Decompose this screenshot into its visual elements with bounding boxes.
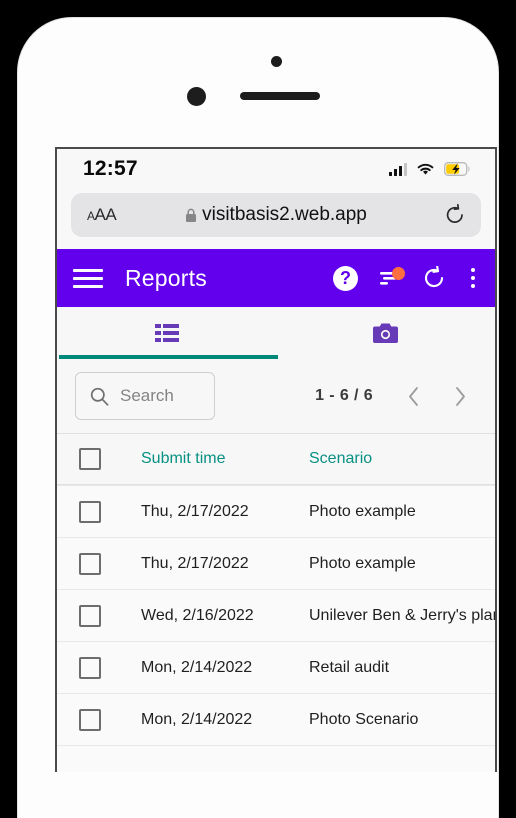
table-row[interactable]: Thu, 2/17/2022 Photo example (57, 537, 495, 589)
browser-toolbar: A AA visitbasis2.web.app (57, 189, 495, 249)
cell-submit-time: Mon, 2/14/2022 (141, 710, 253, 728)
search-icon (90, 387, 109, 406)
wifi-icon (417, 163, 434, 175)
url-text: visitbasis2.web.app (202, 204, 367, 225)
search-placeholder: Search (120, 386, 174, 405)
table-header-row: Submit time Scenario (57, 433, 495, 485)
filter-badge (392, 267, 405, 280)
cell-scenario: Photo example (309, 554, 416, 572)
cell-scenario: Retail audit (309, 658, 390, 676)
cell-submit-time: Wed, 2/16/2022 (141, 606, 254, 624)
table-row[interactable]: Mon, 2/14/2022 Photo Scenario (57, 693, 495, 745)
pagination: 1 - 6 / 6 (315, 386, 475, 407)
row-checkbox[interactable] (79, 500, 101, 523)
help-label: ? (333, 265, 358, 291)
app-bar-actions: ? (333, 265, 481, 291)
help-circle-icon[interactable]: ? (333, 265, 358, 291)
reports-table: Submit time Scenario Thu, 2/17/2022 Phot… (57, 433, 495, 772)
row-checkbox[interactable] (79, 708, 101, 731)
table-toolbar: Search 1 - 6 / 6 (57, 359, 495, 433)
row-checkbox[interactable] (79, 552, 101, 575)
earpiece-speaker (240, 92, 320, 100)
column-header-submit-time[interactable]: Submit time (141, 450, 309, 468)
camera-icon (373, 323, 398, 343)
list-view-icon (154, 324, 179, 342)
pagination-range: 1 - 6 / 6 (315, 387, 373, 404)
table-row[interactable]: Thu, 2/17/2022 Photo example (57, 485, 495, 537)
hamburger-menu-icon[interactable] (73, 268, 103, 288)
row-select-cell (79, 604, 141, 627)
row-select-cell (79, 708, 141, 731)
cell-submit-time: Thu, 2/17/2022 (141, 502, 249, 520)
tab-list-view[interactable] (57, 307, 276, 359)
text-size-label-large: AA (94, 205, 117, 224)
row-checkbox[interactable] (79, 656, 101, 679)
next-page-button[interactable] (454, 386, 467, 407)
cell-scenario: Photo example (309, 502, 416, 520)
filter-icon[interactable] (377, 267, 405, 288)
row-select-cell (79, 500, 141, 523)
address-bar[interactable]: A AA visitbasis2.web.app (71, 193, 481, 237)
lock-icon (186, 208, 197, 222)
cellular-signal-icon (389, 162, 407, 176)
select-all-cell (79, 448, 141, 470)
text-size-button[interactable]: A AA (87, 205, 117, 225)
proximity-sensor-icon (271, 56, 282, 67)
table-row[interactable] (57, 745, 495, 772)
battery-charging-icon (444, 162, 470, 176)
cell-scenario: Photo Scenario (309, 710, 419, 728)
column-header-scenario[interactable]: Scenario (309, 450, 495, 468)
cell-submit-time: Thu, 2/17/2022 (141, 554, 249, 572)
cell-scenario: Unilever Ben & Jerry's planogra. (309, 606, 495, 624)
reload-icon[interactable] (445, 204, 465, 226)
tab-active-indicator (59, 355, 278, 359)
cell-submit-time: Mon, 2/14/2022 (141, 658, 253, 676)
tab-photo-view[interactable] (276, 307, 495, 359)
row-select-cell (79, 656, 141, 679)
previous-page-button[interactable] (407, 386, 420, 407)
url-display: visitbasis2.web.app (71, 204, 481, 226)
front-camera-icon (187, 87, 206, 106)
phone-frame: 12:57 A AA visitbasis2.web.app Reports ?… (18, 18, 498, 818)
status-indicators (389, 162, 471, 176)
page-title: Reports (125, 264, 207, 291)
table-row[interactable]: Mon, 2/14/2022 Retail audit (57, 641, 495, 693)
phone-screen: 12:57 A AA visitbasis2.web.app Reports ?… (55, 147, 497, 772)
app-bar: Reports ? (57, 249, 495, 307)
row-checkbox[interactable] (79, 604, 101, 627)
refresh-icon[interactable] (422, 266, 446, 290)
text-size-label-small: A (87, 209, 95, 223)
row-select-cell (79, 552, 141, 575)
overflow-menu-icon[interactable] (465, 266, 481, 290)
search-input[interactable]: Search (75, 372, 215, 420)
select-all-checkbox[interactable] (79, 448, 101, 470)
status-time: 12:57 (83, 157, 138, 180)
status-bar: 12:57 (57, 149, 495, 189)
table-row[interactable]: Wed, 2/16/2022 Unilever Ben & Jerry's pl… (57, 589, 495, 641)
tab-bar (57, 307, 495, 359)
